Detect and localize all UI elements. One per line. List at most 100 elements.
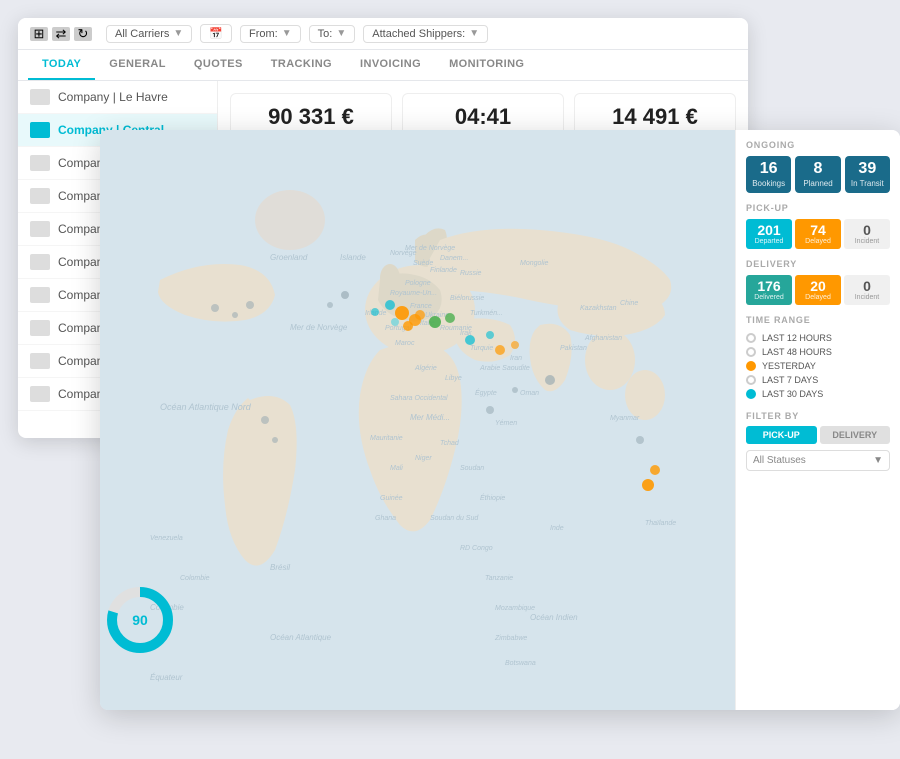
time-range-7days[interactable]: LAST 7 DAYS xyxy=(746,373,890,387)
pickup-incident-label: Incident xyxy=(847,238,887,245)
radio-7days xyxy=(746,375,756,385)
departed-label: Departed xyxy=(749,238,789,245)
company-icon xyxy=(30,287,50,303)
time-range-48h[interactable]: LAST 48 HOURS xyxy=(746,345,890,359)
svg-text:Inde: Inde xyxy=(550,525,564,532)
pickup-delayed-box: 74 Delayed xyxy=(795,219,841,249)
company-icon xyxy=(30,386,50,402)
svg-text:Afghanistan: Afghanistan xyxy=(584,335,622,342)
delivery-boxes: 176 Delivered 20 Delayed 0 Incident xyxy=(746,275,890,305)
svg-text:Thaïlande: Thaïlande xyxy=(645,520,676,527)
svg-text:Océan Atlantique Nord: Océan Atlantique Nord xyxy=(160,402,252,412)
pickup-delayed-value: 74 xyxy=(798,223,838,237)
svg-text:Pakistan: Pakistan xyxy=(560,345,587,352)
svg-text:Biélorussie: Biélorussie xyxy=(450,295,484,302)
svg-text:Mozambique: Mozambique xyxy=(495,605,535,612)
svg-text:Royaume-Un...: Royaume-Un... xyxy=(390,290,437,297)
refresh-icon[interactable]: ↻ xyxy=(74,27,92,41)
shippers-filter[interactable]: Attached Shippers: ▼ xyxy=(363,25,488,43)
svg-text:Chine: Chine xyxy=(620,300,638,307)
svg-text:Brésil: Brésil xyxy=(270,563,290,572)
tab-today[interactable]: TODAY xyxy=(28,50,95,80)
carrier-label: All Carriers xyxy=(115,28,169,40)
time-range-yesterday[interactable]: YESTERDAY xyxy=(746,359,890,373)
svg-text:Russie: Russie xyxy=(460,270,482,277)
tab-general[interactable]: GENERAL xyxy=(95,50,180,80)
tab-tracking[interactable]: TRACKING xyxy=(257,50,346,80)
grid-icon[interactable]: ⊞ xyxy=(30,27,48,41)
time-range-30days-label: LAST 30 DAYS xyxy=(762,389,823,399)
carrier-filter[interactable]: All Carriers ▼ xyxy=(106,25,192,43)
planned-label: Planned xyxy=(799,179,836,188)
svg-text:Maroc: Maroc xyxy=(395,340,415,347)
calendar-icon: 📅 xyxy=(209,27,223,40)
departed-value: 201 xyxy=(749,223,789,237)
map-area: Mer de Norvège Océan Atlantique Nord Mer… xyxy=(100,130,735,710)
ongoing-title: ONGOING xyxy=(746,140,890,150)
svg-text:Tchad: Tchad xyxy=(440,440,460,447)
time-range-7days-label: LAST 7 DAYS xyxy=(762,375,818,385)
donut-placeholder: 90 xyxy=(100,580,200,680)
svg-text:Arabie Saoudite: Arabie Saoudite xyxy=(479,365,530,372)
second-window: Mer de Norvège Océan Atlantique Nord Mer… xyxy=(100,130,900,710)
svg-text:Ghana: Ghana xyxy=(375,515,396,522)
tab-quotes[interactable]: QUOTES xyxy=(180,50,257,80)
expenses-value: 90 331 € xyxy=(245,104,377,130)
svg-text:Kazakhstan: Kazakhstan xyxy=(580,305,617,312)
time-range-30days[interactable]: LAST 30 DAYS xyxy=(746,387,890,401)
toolbar-icons: ⊞ ⇄ ↻ xyxy=(30,27,92,41)
in-transit-label: In Transit xyxy=(849,179,886,188)
filter-buttons: PICK-UP DELIVERY xyxy=(746,426,890,444)
tabs-bar: TODAY GENERAL QUOTES TRACKING INVOICING … xyxy=(18,50,748,81)
filter-by-section: FILTER BY PICK-UP DELIVERY All Statuses … xyxy=(746,411,890,471)
svg-text:Danem...: Danem... xyxy=(440,255,468,262)
date-icon-chip[interactable]: 📅 xyxy=(200,24,232,43)
svg-text:Guinée: Guinée xyxy=(380,495,403,502)
right-panel: ONGOING 16 Bookings 8 Planned 39 In Tran… xyxy=(735,130,900,710)
pickup-boxes: 201 Departed 74 Delayed 0 Incident xyxy=(746,219,890,249)
svg-text:Turkmén...: Turkmén... xyxy=(470,310,503,317)
planned-box: 8 Planned xyxy=(795,156,840,193)
status-dropdown[interactable]: All Statuses ▼ xyxy=(746,450,890,471)
pickup-filter-btn[interactable]: PICK-UP xyxy=(746,426,817,444)
svg-text:Mer de Norvège: Mer de Norvège xyxy=(405,245,455,252)
svg-text:Niger: Niger xyxy=(415,455,432,462)
tab-monitoring[interactable]: MONITORING xyxy=(435,50,538,80)
radio-yesterday xyxy=(746,361,756,371)
svg-text:Mer Médi...: Mer Médi... xyxy=(410,413,450,422)
sidebar-item-le-havre[interactable]: Company | Le Havre xyxy=(18,81,217,114)
radio-48h xyxy=(746,347,756,357)
tab-invoicing[interactable]: INVOICING xyxy=(346,50,435,80)
delivery-incident-label: Incident xyxy=(847,294,887,301)
bookings-label: Bookings xyxy=(750,179,787,188)
svg-text:Oman: Oman xyxy=(520,390,539,397)
svg-text:Pologne: Pologne xyxy=(405,280,431,287)
shippers-label: Attached Shippers: xyxy=(372,28,465,40)
time-range-12h[interactable]: LAST 12 HOURS xyxy=(746,331,890,345)
delivery-filter-btn[interactable]: DELIVERY xyxy=(820,426,891,444)
delivery-delayed-value: 20 xyxy=(798,279,838,293)
toolbar: ⊞ ⇄ ↻ All Carriers ▼ 📅 From: ▼ To: ▼ Att… xyxy=(18,18,748,50)
radio-30days xyxy=(746,389,756,399)
ongoing-boxes: 16 Bookings 8 Planned 39 In Transit xyxy=(746,156,890,193)
svg-text:Myanmar: Myanmar xyxy=(610,415,640,422)
company-icon xyxy=(30,320,50,336)
svg-text:RD Congo: RD Congo xyxy=(460,545,493,552)
svg-text:France: France xyxy=(410,303,432,310)
from-filter[interactable]: From: ▼ xyxy=(240,25,301,43)
quoting-value: 04:41 xyxy=(417,104,549,130)
svg-text:Égypte: Égypte xyxy=(475,388,497,397)
delivery-incident-box: 0 Incident xyxy=(844,275,890,305)
radio-12h xyxy=(746,333,756,343)
pickup-incident-value: 0 xyxy=(847,223,887,237)
arrows-icon[interactable]: ⇄ xyxy=(52,27,70,41)
svg-text:Sahara Occidental: Sahara Occidental xyxy=(390,395,448,402)
svg-text:Mali: Mali xyxy=(390,465,403,472)
svg-text:Zimbabwe: Zimbabwe xyxy=(494,635,527,642)
shippers-funnel-icon: ▼ xyxy=(469,28,479,39)
svg-text:Botswana: Botswana xyxy=(505,660,536,667)
in-transit-box: 39 In Transit xyxy=(845,156,890,193)
svg-text:Mongolie: Mongolie xyxy=(520,260,549,267)
svg-text:Finlande: Finlande xyxy=(430,267,457,274)
to-filter[interactable]: To: ▼ xyxy=(309,25,356,43)
